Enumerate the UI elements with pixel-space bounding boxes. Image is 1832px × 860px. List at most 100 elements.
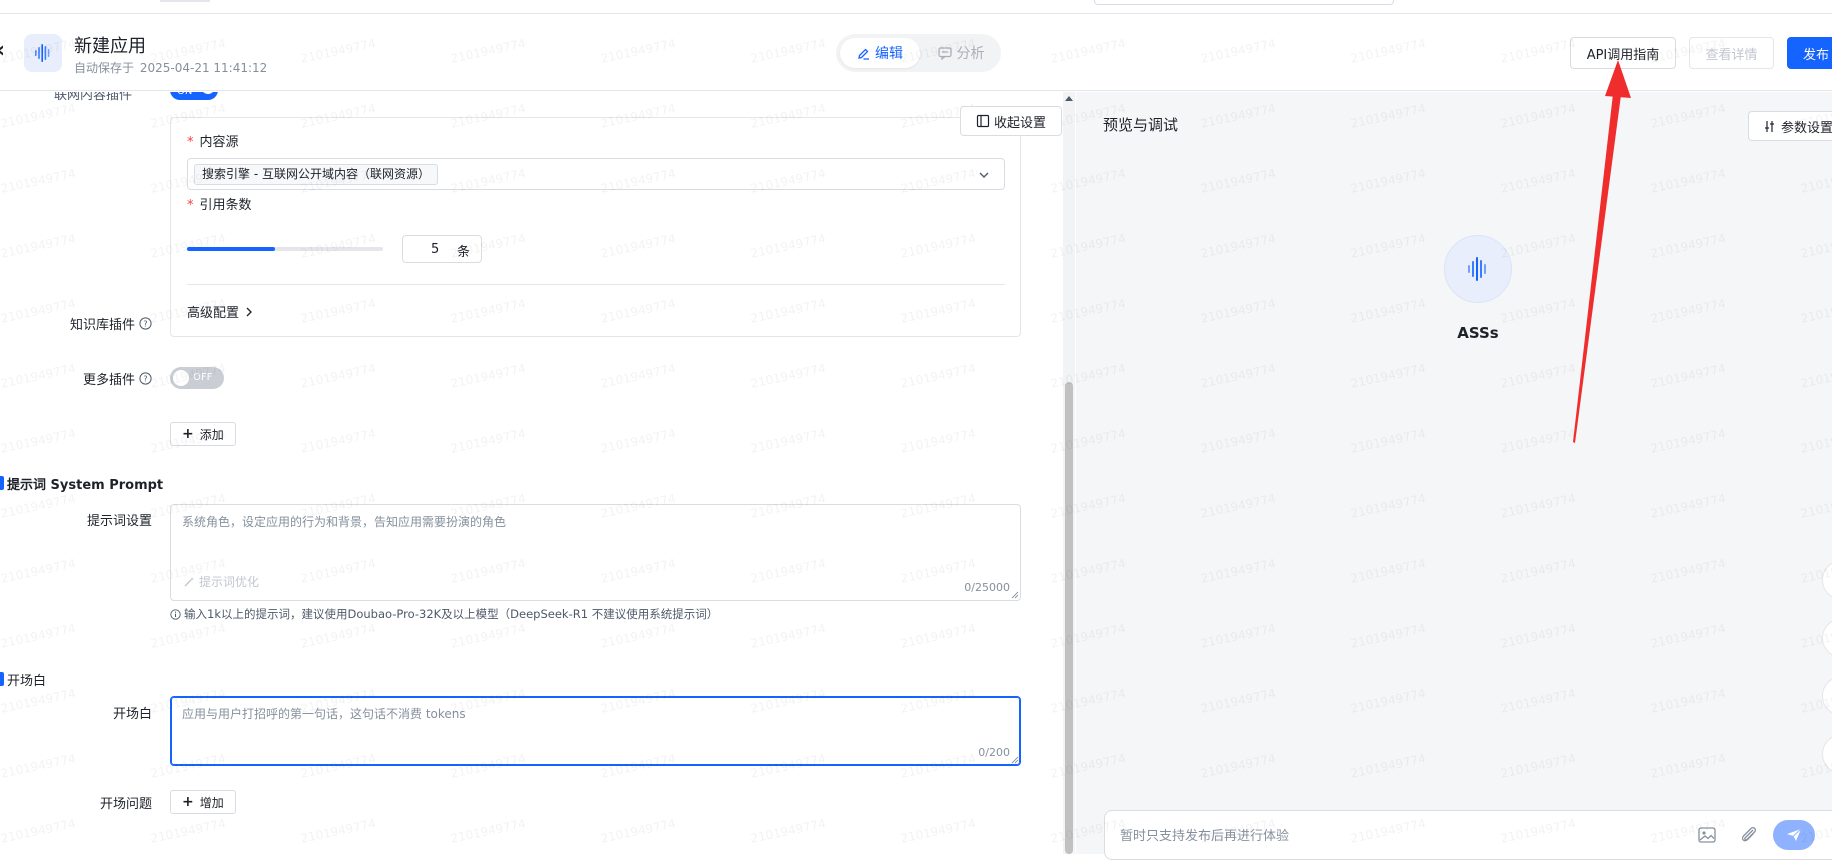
prompt-hint-text: 输入1k以上的提示词，建议使用Doubao-Pro-32K及以上模型（DeepS… <box>184 607 719 621</box>
collapse-panel-icon <box>976 114 990 128</box>
help-icon[interactable]: ? <box>139 317 152 330</box>
section-marker <box>0 672 4 686</box>
content-source-label-text: 内容源 <box>199 135 239 150</box>
citation-count-value: 5 <box>431 242 440 257</box>
prompt-optimize-label: 提示词优化 <box>199 575 260 589</box>
tab-analysis[interactable]: 分析 <box>926 38 996 68</box>
plus-icon: + <box>182 794 194 810</box>
citation-slider-fill <box>187 247 276 251</box>
resize-handle-icon[interactable] <box>1011 756 1019 764</box>
floating-action-button[interactable] <box>1822 560 1832 600</box>
preview-title: 预览与调试 <box>1103 116 1179 134</box>
floating-action-button[interactable] <box>1822 734 1832 774</box>
web-plugin-toggle[interactable]: ON <box>170 92 218 100</box>
chevron-right-icon <box>246 307 252 316</box>
scroll-up-arrow-icon[interactable] <box>1065 96 1073 101</box>
autosave-time: 2025-04-21 11:41:12 <box>139 61 268 75</box>
image-upload-icon[interactable] <box>1697 825 1717 845</box>
opening-char-count: 0/200 <box>978 746 1010 759</box>
more-plugins-label-text: 更多插件 <box>82 373 135 388</box>
web-plugin-label: 联网内容插件 <box>54 92 133 103</box>
app-header: ‹ 新建应用 自动保存于 2025-04-21 11:41:12 编辑 分析 A… <box>0 14 1832 91</box>
content-source-label: * 内容源 <box>187 131 239 150</box>
toggle-off-label: OFF <box>193 372 213 383</box>
api-guide-button[interactable]: API调用指南 <box>1570 37 1676 69</box>
autosave-status: 自动保存于 2025-04-21 11:41:12 <box>74 59 269 76</box>
app-title[interactable]: 新建应用 <box>74 32 146 58</box>
chat-input[interactable]: 暂时只支持发布后再进行体验 <box>1104 810 1832 860</box>
opening-message-placeholder: 应用与用户打招呼的第一句话，这句话不消费 tokens <box>182 707 466 721</box>
prompt-char-count: 0/25000 <box>964 581 1010 594</box>
citation-count-label-text: 引用条数 <box>199 198 252 213</box>
send-button[interactable] <box>1773 820 1815 850</box>
add-plugin-button[interactable]: + 添加 <box>170 422 236 446</box>
collapse-settings-button[interactable]: 收起设置 <box>960 106 1062 136</box>
bot-name: ASSs <box>1457 324 1499 342</box>
web-plugin-card: * 内容源 搜索引擎 - 互联网公开域内容（联网资源） * 引用条数 5 条 高级配… <box>170 117 1021 337</box>
top-strip-fragment <box>160 0 210 2</box>
section-marker <box>0 476 4 490</box>
content-source-select[interactable]: 搜索引擎 - 互联网公开域内容（联网资源） <box>187 158 1005 190</box>
svg-text:?: ? <box>143 319 147 328</box>
bot-avatar <box>1444 235 1512 303</box>
citation-count-unit: 条 <box>457 245 471 260</box>
svg-text:?: ? <box>143 374 147 383</box>
top-strip <box>0 0 1832 14</box>
add-opening-question-button[interactable]: + 增加 <box>170 790 236 814</box>
plus-icon: + <box>182 426 194 442</box>
collapse-settings-label: 收起设置 <box>993 115 1046 131</box>
knowledge-plugin-toggle[interactable]: OFF <box>170 367 224 389</box>
param-settings-label: 参数设置 <box>1781 120 1832 136</box>
back-icon[interactable]: ‹ <box>0 38 5 63</box>
publish-button[interactable]: 发布 <box>1787 37 1832 69</box>
magic-wand-icon <box>184 576 194 586</box>
param-settings-button[interactable]: 参数设置 <box>1748 111 1832 141</box>
info-icon <box>170 608 181 620</box>
knowledge-plugin-label: 知识库插件 ? <box>0 314 152 333</box>
bot-logo-icon <box>1468 257 1486 281</box>
tab-edit[interactable]: 编辑 <box>840 38 920 68</box>
opening-label: 开场白 <box>0 703 152 722</box>
prompt-setting-label: 提示词设置 <box>0 510 152 529</box>
divider <box>187 284 1005 285</box>
scroll-thumb[interactable] <box>1065 382 1073 854</box>
tab-edit-label: 编辑 <box>875 46 903 62</box>
floating-action-button[interactable] <box>1822 676 1832 716</box>
help-icon[interactable]: ? <box>139 372 152 385</box>
citation-count-label: * 引用条数 <box>187 194 252 213</box>
send-icon <box>1787 828 1802 841</box>
add-plugin-label: 添加 <box>199 427 224 442</box>
citation-count-input[interactable]: 5 条 <box>402 235 482 263</box>
attachment-icon[interactable] <box>1739 824 1759 846</box>
knowledge-plugin-label-text: 知识库插件 <box>69 318 135 333</box>
preview-panel: 预览与调试 参数设置 ASSs 暂时只支持发布后再进行体验 <box>1076 92 1832 860</box>
chevron-down-icon <box>979 172 989 178</box>
prompt-optimize-button[interactable]: 提示词优化 <box>183 573 259 590</box>
autosave-prefix: 自动保存于 <box>74 61 135 75</box>
toggle-knob <box>173 370 189 386</box>
pencil-icon <box>858 48 869 60</box>
opening-questions-label: 开场问题 <box>0 793 152 812</box>
chat-input-placeholder: 暂时只支持发布后再进行体验 <box>1120 829 1290 844</box>
required-mark: * <box>187 198 194 213</box>
prompt-section-title: 提示词 System Prompt <box>7 478 164 493</box>
more-plugins-label: 更多插件 ? <box>0 369 152 388</box>
tab-analysis-label: 分析 <box>956 46 985 62</box>
system-prompt-input[interactable]: 系统角色，设定应用的行为和背景，告知应用需要扮演的角色 提示词优化 0/2500… <box>170 504 1021 601</box>
citation-slider[interactable] <box>187 247 383 251</box>
add-opening-question-label: 增加 <box>199 795 224 810</box>
content-source-tag: 搜索引擎 - 互联网公开域内容（联网资源） <box>194 164 438 185</box>
top-search-fragment <box>1094 0 1394 5</box>
toggle-on-label: ON <box>177 92 192 97</box>
advanced-config-toggle[interactable]: 高级配置 <box>187 302 253 321</box>
opening-message-input[interactable]: 应用与用户打招呼的第一句话，这句话不消费 tokens 0/200 <box>170 696 1021 766</box>
view-detail-button[interactable]: 查看详情 <box>1689 37 1774 69</box>
chat-analysis-icon <box>937 46 952 60</box>
app-logo-icon <box>24 34 62 72</box>
resize-handle-icon[interactable] <box>1011 591 1019 599</box>
mode-switch: 编辑 分析 <box>836 34 1001 72</box>
config-scrollbar[interactable] <box>1063 92 1075 854</box>
advanced-config-label: 高级配置 <box>187 306 240 321</box>
opening-section-title: 开场白 <box>7 674 47 689</box>
floating-action-button[interactable] <box>1822 618 1832 658</box>
